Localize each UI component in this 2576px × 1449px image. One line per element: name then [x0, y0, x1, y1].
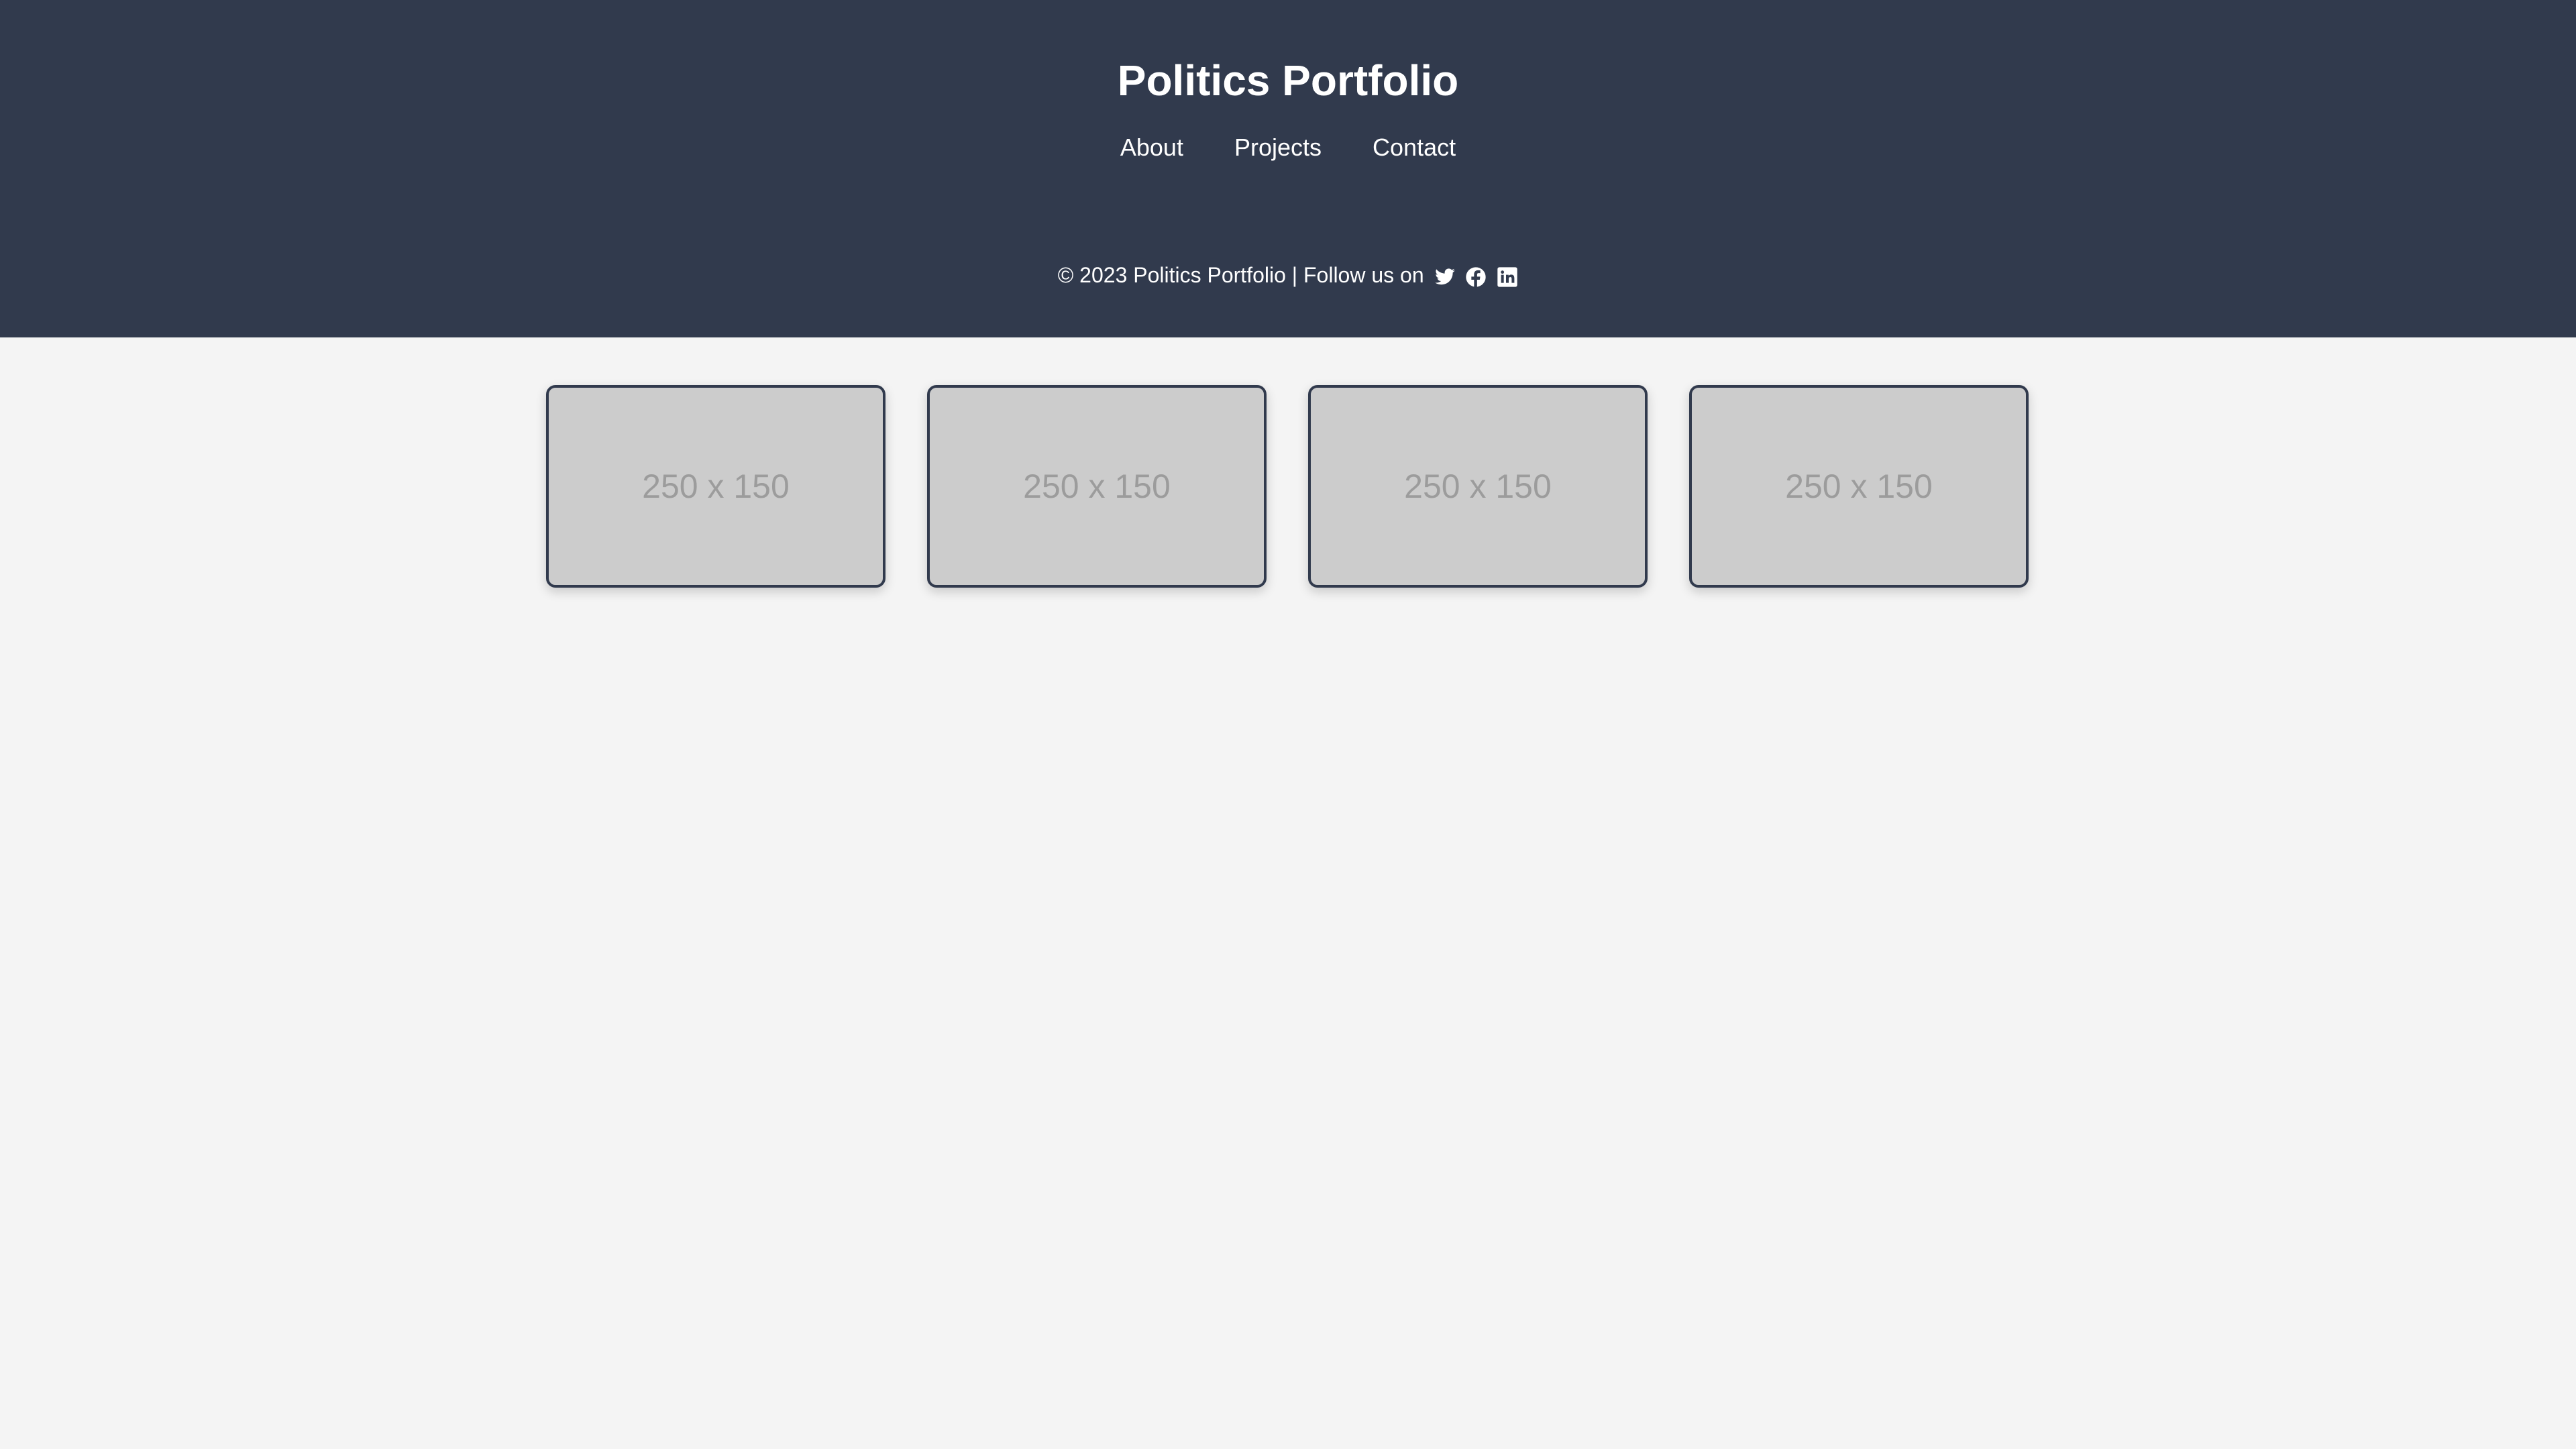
footer-info: © 2023 Politics Portfolio | Follow us on — [0, 260, 2576, 290]
gallery-image-1[interactable]: 250 x 150 — [546, 385, 885, 588]
image-placeholder-label: 250 x 150 — [1785, 468, 1933, 505]
facebook-icon[interactable] — [1465, 266, 1487, 288]
image-placeholder-label: 250 x 150 — [1023, 468, 1171, 505]
nav-contact-link[interactable]: Contact — [1373, 131, 1456, 164]
gallery-image-3[interactable]: 250 x 150 — [1308, 385, 1648, 588]
linkedin-icon[interactable] — [1497, 266, 1518, 288]
image-placeholder-label: 250 x 150 — [642, 468, 790, 505]
twitter-icon[interactable] — [1434, 266, 1456, 288]
gallery-image-4[interactable]: 250 x 150 — [1689, 385, 2029, 588]
nav-about-link[interactable]: About — [1120, 131, 1183, 164]
footer-text: © 2023 Politics Portfolio | Follow us on — [1057, 263, 1424, 287]
main-nav: About Projects Contact — [0, 131, 2576, 164]
image-gallery: 250 x 150 250 x 150 250 x 150 250 x 150 — [546, 385, 2030, 590]
image-placeholder-label: 250 x 150 — [1404, 468, 1552, 505]
nav-projects-link[interactable]: Projects — [1234, 131, 1322, 164]
gallery-image-2[interactable]: 250 x 150 — [927, 385, 1267, 588]
site-header: Politics Portfolio About Projects Contac… — [0, 0, 2576, 337]
site-title: Politics Portfolio — [1117, 56, 1459, 105]
